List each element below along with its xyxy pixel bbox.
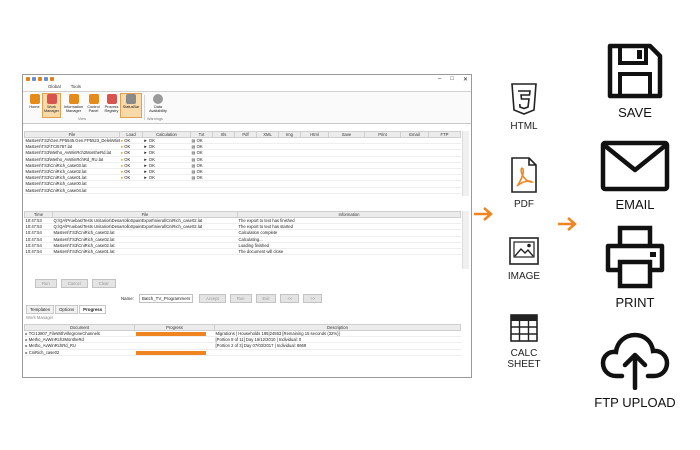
export-diagram: HTML PDF IMAGE CALC SHEET SAVE EMAIL PRI… <box>0 0 700 450</box>
output-ftp-upload: FTP UPLOAD <box>578 330 692 410</box>
format-pdf: PDF <box>502 156 546 210</box>
pdf-file-icon <box>511 157 537 193</box>
printer-icon <box>605 225 665 289</box>
cloud-upload-icon <box>600 332 670 391</box>
output-save: SAVE <box>590 42 680 120</box>
output-label: EMAIL <box>615 197 655 212</box>
output-label: FTP UPLOAD <box>594 395 676 410</box>
output-email: EMAIL <box>590 140 680 212</box>
floppy-disk-icon <box>607 43 663 99</box>
format-calc-sheet: CALC SHEET <box>496 313 552 370</box>
format-label: SHEET <box>507 359 541 370</box>
html5-icon <box>511 83 537 115</box>
output-label: SAVE <box>618 105 652 120</box>
spreadsheet-icon <box>510 314 538 342</box>
format-html: HTML <box>502 82 546 132</box>
output-print: PRINT <box>590 224 680 310</box>
image-icon <box>509 237 539 265</box>
format-label: PDF <box>514 199 534 210</box>
format-label: CALC <box>510 348 538 359</box>
format-image: IMAGE <box>502 236 546 282</box>
format-label: IMAGE <box>507 271 541 282</box>
envelope-icon <box>600 140 670 192</box>
arrow-right-icon <box>558 217 577 231</box>
output-label: PRINT <box>615 295 655 310</box>
format-label: HTML <box>510 121 538 132</box>
arrow-right-icon <box>474 207 493 221</box>
